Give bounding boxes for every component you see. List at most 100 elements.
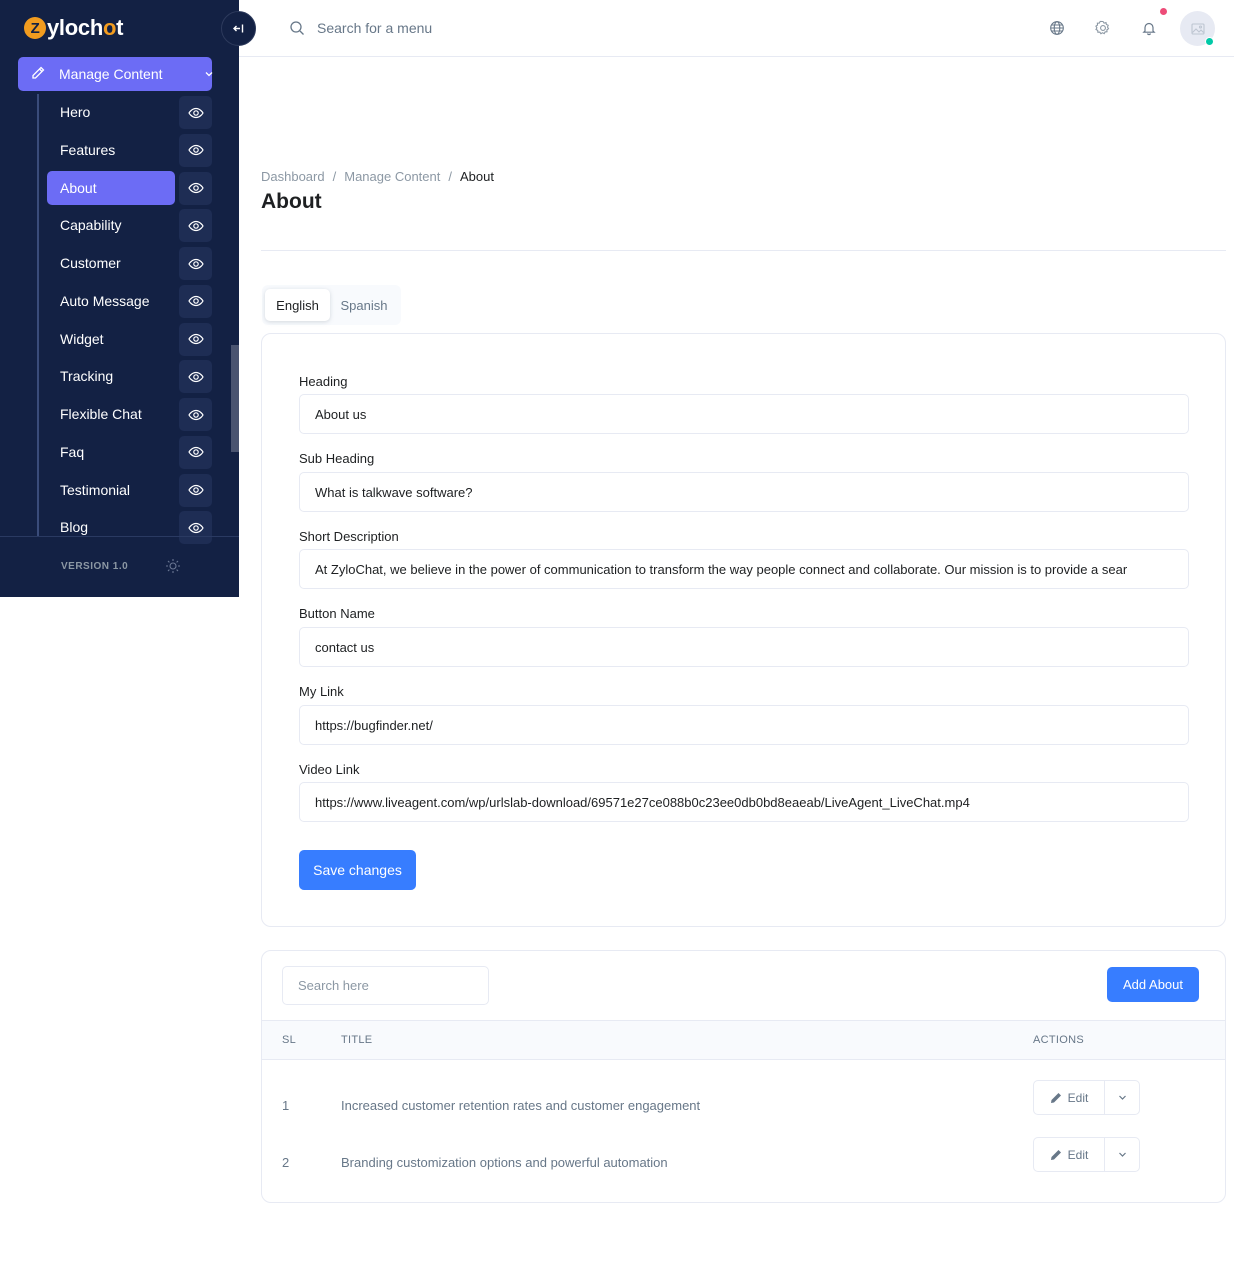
tab-english[interactable]: English: [265, 289, 330, 321]
settings-gear-icon[interactable]: [1095, 20, 1111, 36]
preview-button-blog[interactable]: [179, 511, 212, 545]
breadcrumb-dashboard[interactable]: Dashboard: [261, 169, 325, 184]
preview-button-about[interactable]: [179, 171, 212, 205]
column-header-sl: SL: [282, 1034, 297, 1046]
preview-button-hero[interactable]: [179, 96, 212, 129]
preview-button-widget[interactable]: [179, 322, 212, 356]
sidebar-item-label: Auto Message: [60, 292, 150, 309]
sidebar-item-tracking[interactable]: Tracking: [47, 359, 175, 393]
add-about-button[interactable]: Add About: [1107, 967, 1199, 1002]
preview-button-faq[interactable]: [179, 435, 212, 469]
about-form-card: Heading Sub Heading Short Description Bu…: [261, 333, 1226, 927]
eye-icon: [187, 296, 204, 307]
sidebar-item-customer[interactable]: Customer: [47, 246, 175, 280]
sidebar-item-faq[interactable]: Faq: [47, 435, 175, 469]
pencil-icon: [32, 66, 45, 79]
sidebar-item-label: Tracking: [60, 368, 114, 385]
table-header: SL TITLE ACTIONS: [262, 1020, 1225, 1060]
bell-icon[interactable]: [1141, 20, 1157, 36]
sub-heading-input[interactable]: [299, 472, 1189, 512]
brand-logo[interactable]: Zyloch o t: [24, 14, 123, 42]
eye-icon: [187, 371, 204, 382]
sidebar-item-about[interactable]: About: [47, 170, 175, 205]
row-actions: Edit: [1033, 1137, 1140, 1172]
sidebar-item-widget[interactable]: Widget: [47, 322, 175, 356]
eye-icon: [187, 333, 204, 345]
my-link-input[interactable]: [299, 705, 1189, 745]
sidebar-item-label: Features: [60, 141, 116, 158]
button-name-input[interactable]: [299, 627, 1189, 667]
chevron-down-icon: [1118, 1152, 1126, 1157]
sidebar-item-label: Capability: [60, 217, 122, 234]
pencil-icon: [1050, 1092, 1061, 1103]
brand-logo-mark: Z: [24, 17, 46, 39]
sidebar-item-flexible-chat[interactable]: Flexible Chat: [47, 397, 175, 431]
sidebar-item-testimonial[interactable]: Testimonial: [47, 473, 175, 507]
sidebar-collapse-button[interactable]: [221, 11, 256, 46]
sidebar-item-auto-message[interactable]: Auto Message: [47, 284, 175, 318]
sidebar-item-label: Hero: [60, 104, 91, 120]
heading-input[interactable]: [299, 394, 1189, 434]
row-title: Branding customization options and power…: [341, 1155, 668, 1170]
row-actions-dropdown-button[interactable]: [1105, 1138, 1139, 1171]
sidebar-item-label: Widget: [60, 330, 104, 347]
preview-button-flexible-chat[interactable]: [179, 398, 212, 431]
preview-button-auto-message[interactable]: [179, 284, 212, 318]
brand-text-1: yloch: [47, 15, 103, 40]
collapse-arrow-icon: [233, 24, 244, 33]
short-description-input[interactable]: [299, 549, 1189, 589]
row-title: Increased customer retention rates and c…: [341, 1098, 701, 1113]
sidebar-item-blog[interactable]: Blog: [47, 510, 175, 544]
pencil-icon: [1050, 1149, 1061, 1160]
row-sl: 2: [282, 1155, 290, 1170]
column-header-title: TITLE: [341, 1034, 373, 1046]
column-header-actions: ACTIONS: [1033, 1034, 1084, 1046]
page-title: About: [261, 190, 322, 213]
breadcrumb-manage-content[interactable]: Manage Content: [344, 169, 440, 184]
brand-text-2: t: [116, 15, 124, 40]
globe-icon[interactable]: [1049, 20, 1065, 36]
menu-search-input[interactable]: [317, 16, 577, 40]
sidebar-item-label: Faq: [60, 443, 85, 460]
my-link-label: My Link: [299, 684, 344, 699]
sidebar-item-label: Blog: [60, 519, 89, 536]
page-header-divider: [261, 250, 1226, 251]
sidebar-scrollbar[interactable]: [231, 345, 239, 452]
edit-button[interactable]: Edit: [1034, 1081, 1105, 1114]
sidebar-item-label: Testimonial: [60, 481, 131, 498]
heading-label: Heading: [299, 374, 348, 389]
sub-heading-label: Sub Heading: [299, 451, 375, 466]
preview-button-capability[interactable]: [179, 209, 212, 243]
sidebar-item-label: About: [60, 179, 97, 196]
sidebar-item-features[interactable]: Features: [47, 133, 175, 167]
eye-icon: [187, 107, 204, 118]
notification-dot: [1160, 8, 1167, 15]
sidebar-item-hero[interactable]: Hero: [47, 95, 175, 129]
row-actions-dropdown-button[interactable]: [1105, 1081, 1139, 1114]
eye-icon: [187, 447, 204, 458]
chevron-down-icon: [205, 72, 213, 77]
breadcrumb-separator: /: [448, 169, 452, 184]
table-search-input[interactable]: [282, 966, 489, 1005]
preview-button-testimonial[interactable]: [179, 473, 212, 507]
sidebar-manage-content[interactable]: Manage Content: [18, 57, 213, 91]
preview-button-tracking[interactable]: [179, 360, 212, 394]
video-link-label: Video Link: [299, 762, 360, 777]
sidebar: Zyloch o t Manage Content Hero Features Abou…: [0, 0, 239, 597]
sun-icon[interactable]: [165, 558, 181, 574]
sidebar-manage-content-label: Manage Content: [59, 66, 163, 82]
version-label: VERSION 1.0: [61, 561, 129, 572]
sidebar-divider: [0, 536, 239, 537]
eye-icon: [187, 145, 204, 156]
edit-button[interactable]: Edit: [1034, 1138, 1105, 1171]
chevron-down-icon: [1118, 1095, 1126, 1100]
breadcrumb: Dashboard / Manage Content / About: [261, 169, 494, 184]
tab-spanish[interactable]: Spanish: [334, 289, 394, 321]
sidebar-item-label: Flexible Chat: [60, 406, 142, 422]
save-changes-button[interactable]: Save changes: [299, 850, 416, 890]
sidebar-item-capability[interactable]: Capability: [47, 208, 175, 242]
preview-button-customer[interactable]: [179, 247, 212, 280]
video-link-input[interactable]: [299, 782, 1189, 822]
eye-icon: [187, 522, 204, 533]
preview-button-features[interactable]: [179, 133, 212, 167]
